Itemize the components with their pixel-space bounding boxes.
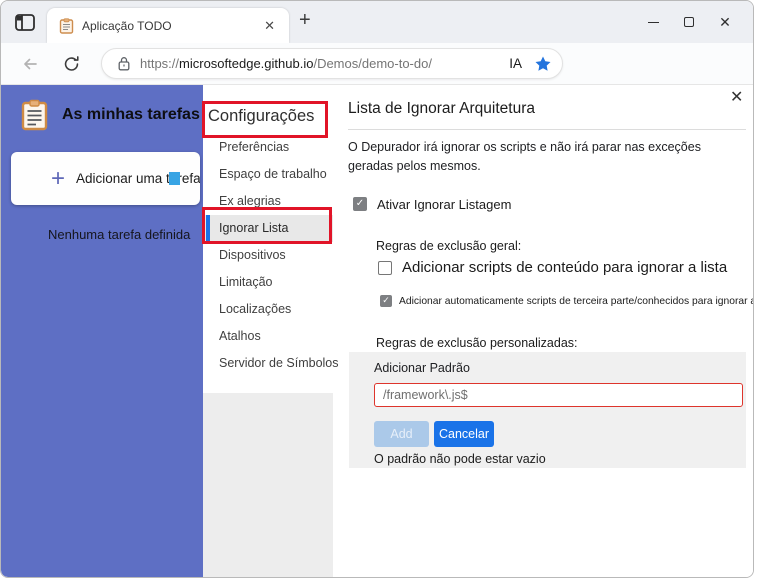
todo-app-header: As minhas tarefas [21,99,200,131]
title-divider [348,129,746,130]
menu-item-atalhos[interactable]: Atalhos [203,323,333,350]
empty-tasks-message: Nenhuma tarefa definida [48,227,191,242]
menu-item-ex-alegrias[interactable]: Ex alegrias [203,188,333,215]
menu-item-espaco-de-trabalho[interactable]: Espaço de trabalho [203,161,333,188]
content-scripts-label: Adicionar scripts de conteúdo para ignor… [402,259,728,276]
add-task-label: Adicionar uma tarefa [76,171,200,186]
lock-icon [118,56,130,71]
enable-ignore-list-label: Ativar Ignorar Listagem [377,197,512,212]
custom-rules-panel: Adicionar Padrão Add Cancelar O padrão n… [349,352,746,468]
content-scripts-checkbox[interactable] [378,261,392,275]
tab-favicon-clipboard-icon [59,17,74,34]
close-icon: ✕ [719,13,731,30]
tab-close-icon[interactable]: ✕ [260,16,279,36]
close-window-button[interactable]: ✕ [707,7,743,37]
url-text: https://microsoftedge.github.io/Demos/de… [140,56,432,71]
close-settings-icon[interactable]: ✕ [730,87,743,107]
browser-tab[interactable]: Aplicação TODO ✕ [47,8,289,43]
maximize-icon [684,17,694,27]
maximize-button[interactable] [671,7,707,37]
menu-item-servidor-de-simbolos[interactable]: Servidor de Símbolos [203,350,339,377]
window-controls: ✕ [635,1,743,43]
menu-item-localizacoes[interactable]: Localizações [203,296,333,323]
refresh-button[interactable] [63,55,80,78]
settings-panel-title: Configurações [208,107,315,125]
ignore-list-description: O Depurador irá ignorar os scripts e não… [348,140,701,174]
browser-window: Aplicação TODO ✕ + ✕ https://microsofted… [0,0,758,580]
settings-menu: Preferências Espaço de trabalho Ex alegr… [203,134,339,377]
menu-item-preferencias[interactable]: Preferências [203,134,333,161]
minimize-icon [647,21,659,23]
url-ia-badge[interactable]: IA [509,56,522,71]
enable-ignore-list-checkbox[interactable] [353,197,367,211]
tab-title: Aplicação TODO [82,18,172,33]
tab-actions-icon[interactable] [15,14,35,31]
plus-icon: + [51,164,66,192]
todo-app-title: As minhas tarefas [62,106,200,123]
back-button[interactable] [21,55,39,78]
validation-message: O padrão não pode estar vazio [374,452,546,466]
menu-item-ignorar-lista[interactable]: Ignorar Lista [203,215,333,242]
add-pattern-label: Adicionar Padrão [374,361,470,375]
page-content: As minhas tarefas + Adicionar uma tarefa… [1,85,753,577]
add-button[interactable]: Add [374,421,429,447]
third-party-label: Adicionar automaticamente scripts de ter… [399,296,754,307]
todo-sidebar: As minhas tarefas + Adicionar uma tarefa… [1,85,203,577]
edge-window: Aplicação TODO ✕ + ✕ https://microsofted… [0,0,754,578]
text-caret-highlight [169,172,180,185]
favorite-star-icon[interactable] [534,55,552,73]
settings-column-background [203,393,333,577]
address-bar[interactable]: https://microsoftedge.github.io/Demos/de… [101,48,563,79]
pattern-input[interactable] [374,383,743,407]
menu-item-limitacao[interactable]: Limitação [203,269,333,296]
url-path: /Demos/demo-to-do/ [313,56,432,71]
menu-item-label: Ignorar Lista [219,221,289,235]
general-rules-heading: Regras de exclusão geral: [376,239,522,253]
cancel-button[interactable]: Cancelar [434,421,494,447]
ignore-list-title: Lista de Ignorar Arquitetura [348,100,535,117]
third-party-checkbox[interactable] [380,295,392,307]
selected-indicator-bar [206,215,210,242]
url-host: microsoftedge.github.io [179,56,314,71]
menu-item-dispositivos[interactable]: Dispositivos [203,242,333,269]
custom-rules-heading: Regras de exclusão personalizadas: [376,336,578,350]
clipboard-icon [21,99,48,131]
new-tab-button[interactable]: + [299,9,311,32]
minimize-button[interactable] [635,7,671,37]
tab-strip: Aplicação TODO ✕ + ✕ [1,1,753,43]
browser-toolbar: https://microsoftedge.github.io/Demos/de… [1,43,753,118]
url-scheme: https:// [140,56,180,71]
